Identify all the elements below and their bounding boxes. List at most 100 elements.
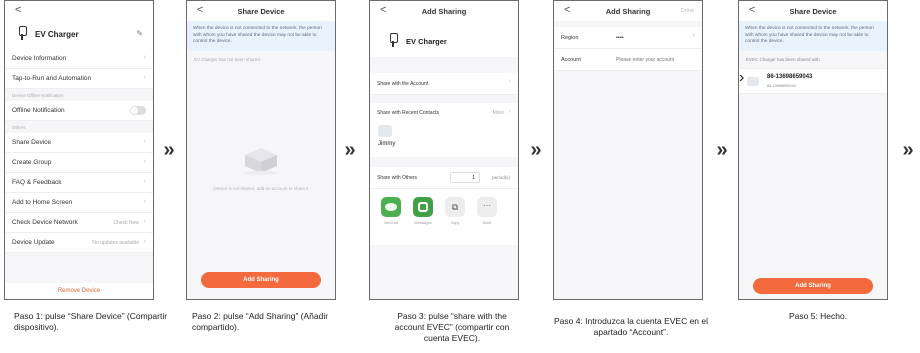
chevron-right-icon: › <box>508 78 511 85</box>
caption-step-2: Paso 2: pulse “Add Sharing” (Añadir comp… <box>192 311 329 332</box>
menu-faq-feedback[interactable]: FAQ & Feedback › <box>5 173 153 193</box>
share-with-others-row: Share with Others 1 period(s) <box>370 167 518 189</box>
account-avatar <box>747 76 759 86</box>
chevron-right-icon: › <box>508 108 511 115</box>
messages-icon <box>413 197 433 217</box>
add-sharing-button[interactable]: Add Sharing <box>201 272 321 288</box>
add-sharing-button[interactable]: Add Sharing <box>753 278 873 294</box>
chevron-right-icon: › <box>143 54 146 61</box>
menu-label: Offline Notification <box>12 107 65 114</box>
charger-icon <box>17 26 27 40</box>
page-title: Share Device <box>237 7 285 16</box>
recent-contacts-row[interactable]: Share with Recent Contacts More › <box>370 103 518 123</box>
device-header: EV Charger <box>370 21 518 57</box>
app-wechat[interactable]: WeChat <box>380 197 402 225</box>
back-icon[interactable]: < <box>15 4 21 16</box>
more-icon: ··· <box>477 197 497 217</box>
app-label: Messages <box>414 221 432 225</box>
menu-tap-to-run[interactable]: Tap-to-Run and Automation › <box>5 69 153 89</box>
offline-toggle[interactable] <box>130 106 146 115</box>
page-title: Add Sharing <box>421 7 467 16</box>
top-bar: < Share Device <box>739 1 887 21</box>
chevron-right-icon: › <box>739 68 745 86</box>
empty-state-text: Device is not shared, add an account to … <box>213 186 309 191</box>
menu-label: Check Device Network <box>12 219 78 226</box>
section-offline-header: Device Offline Notification <box>12 93 64 98</box>
chevron-right-icon: › <box>143 158 146 165</box>
shared-status: EV Charger has not been shared. <box>194 56 262 62</box>
period-unit: period(s) <box>492 175 510 180</box>
chevron-right-icon: › <box>143 138 146 145</box>
more-contacts-link[interactable]: More <box>493 110 504 116</box>
region-label: Region <box>561 35 579 41</box>
next-step-arrow: » <box>344 139 356 161</box>
screen-device-settings: < EV Charger ✎ Device Information › Tap-t… <box>4 0 154 300</box>
menu-label: Device Update <box>12 239 55 246</box>
share-apps-grid: WeChat Messages ⧉ Copy ··· More <box>370 189 518 245</box>
offline-notice: When the device is not connected to the … <box>739 21 887 51</box>
row-label: Share with Recent Contacts <box>377 110 439 116</box>
app-label: Copy <box>450 221 460 225</box>
account-row: Account <box>554 49 702 71</box>
share-with-account-row[interactable]: Share with the Account › <box>370 73 518 95</box>
menu-device-update[interactable]: Device Update No updates available › <box>5 233 153 253</box>
screen-share-device-done: < Share Device When the device is not co… <box>738 0 888 300</box>
remove-device-button[interactable]: Remove Device <box>5 283 153 299</box>
menu-right-text: No updates available <box>92 240 139 246</box>
done-button[interactable]: Done <box>681 8 694 14</box>
top-bar: < Add Sharing <box>370 1 518 21</box>
app-copy[interactable]: ⧉ Copy <box>444 197 466 225</box>
period-input[interactable]: 1 <box>450 172 480 183</box>
shared-account-row[interactable]: 86-13698659043 86-13698659043 › <box>739 67 887 94</box>
menu-share-device[interactable]: Share Device › <box>5 133 153 153</box>
next-step-arrow: » <box>716 139 728 161</box>
device-name: EV Charger <box>35 30 79 39</box>
row-label: Share with the Account <box>377 81 429 87</box>
screen-add-sharing-methods: < Add Sharing EV Charger Share with the … <box>369 0 519 300</box>
menu-check-network[interactable]: Check Device Network Check Now › <box>5 213 153 233</box>
device-header: EV Charger ✎ <box>5 19 153 49</box>
app-messages[interactable]: Messages <box>412 197 434 225</box>
app-label: More <box>482 221 492 225</box>
menu-create-group[interactable]: Create Group › <box>5 153 153 173</box>
app-more[interactable]: ··· More <box>476 197 498 225</box>
screen-share-device-empty: < Share Device When the device is not co… <box>186 0 336 300</box>
screen-add-sharing-account: < Add Sharing Done Region •••• › Account <box>553 0 703 300</box>
region-value: •••• <box>616 35 624 41</box>
chevron-right-icon: › <box>143 74 146 81</box>
next-step-arrow: » <box>902 139 914 161</box>
menu-label: FAQ & Feedback <box>12 179 62 186</box>
device-name: EV Charger <box>406 37 447 46</box>
chevron-right-icon: › <box>143 178 146 185</box>
top-bar: < Share Device <box>187 1 335 21</box>
menu-label: Create Group <box>12 159 52 166</box>
offline-notice: When the device is not connected to the … <box>187 21 335 51</box>
caption-step-5: Paso 5: Hecho. <box>788 311 848 321</box>
page-title: Add Sharing <box>605 7 651 16</box>
copy-icon: ⧉ <box>445 197 465 217</box>
contact-name[interactable]: Jimmy <box>378 141 395 147</box>
menu-label: Share Device <box>12 139 52 146</box>
account-label: Account <box>561 57 581 63</box>
menu-device-information[interactable]: Device Information › <box>5 49 153 69</box>
page-title: Share Device <box>789 7 837 16</box>
shared-account: 86-13698659043 <box>767 73 813 80</box>
caption-step-3: Paso 3: pulse “share with the account EV… <box>394 311 510 343</box>
chevron-right-icon: › <box>692 32 695 39</box>
empty-box-illustration <box>237 141 285 175</box>
menu-label: Tap-to-Run and Automation <box>12 75 92 82</box>
region-row[interactable]: Region •••• › <box>554 27 702 49</box>
contact-avatar[interactable] <box>378 125 392 137</box>
top-bar: < <box>5 1 153 19</box>
menu-add-home-screen[interactable]: Add to Home Screen › <box>5 193 153 213</box>
menu-offline-notification: Offline Notification <box>5 101 153 121</box>
top-bar: < Add Sharing Done <box>554 1 702 21</box>
account-input[interactable] <box>616 55 698 65</box>
shared-account-sub: 86-13698659043 <box>767 83 796 88</box>
chevron-right-icon: › <box>143 198 146 205</box>
next-step-arrow: » <box>163 139 175 161</box>
app-label: WeChat <box>384 221 398 225</box>
menu-label: Add to Home Screen <box>12 199 73 206</box>
next-step-arrow: » <box>530 139 542 161</box>
pencil-icon[interactable]: ✎ <box>136 29 143 38</box>
